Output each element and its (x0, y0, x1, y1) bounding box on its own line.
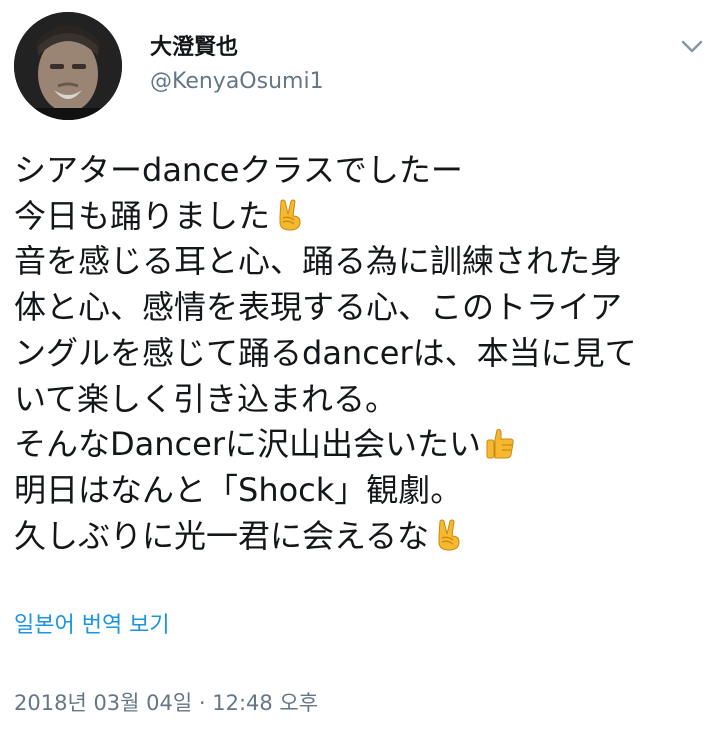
tweet-card: 大澄賢也 @KenyaOsumi1 シアターdanceクラスでしたー 今日も踊り… (0, 0, 720, 732)
victory-hand-icon (272, 198, 306, 232)
tweet-line: 今日も踊りました (14, 194, 704, 240)
translate-link[interactable]: 일본어 번역 보기 (14, 610, 170, 642)
tweet-line: 久しぶりに光一君に会えるな (14, 514, 704, 560)
user-names: 大澄賢也 @KenyaOsumi1 (150, 34, 324, 96)
timestamp[interactable]: 2018년 03월 04일 · 12:48 오후 (14, 688, 318, 718)
tweet-line: そんなDancerに沢山出会いたい (14, 422, 704, 468)
avatar[interactable] (14, 12, 122, 120)
user-handle[interactable]: @KenyaOsumi1 (150, 68, 324, 96)
tweet-line: 音を感じる耳と心、踊る為に訓練された身 (14, 242, 623, 281)
tweet-line: ングルを感じて踊るdancerは、本当に見て (14, 333, 637, 372)
tweet-line: いて楽しく引き込まれる。 (14, 379, 398, 418)
tweet-line: シアターdanceクラスでしたー (14, 151, 463, 189)
display-name[interactable]: 大澄賢也 (150, 34, 324, 62)
chevron-down-icon[interactable] (678, 32, 706, 60)
tweet-line: 体と心、感情を表現する心、このトライア (14, 288, 623, 327)
avatar-image (14, 12, 122, 120)
tweet-text: シアターdanceクラスでしたー 今日も踊りました 音を感じる耳と心、踊る為に訓… (14, 148, 704, 559)
victory-hand-icon (431, 518, 465, 552)
thumbs-up-icon (483, 426, 517, 460)
tweet-header: 大澄賢也 @KenyaOsumi1 (14, 12, 706, 122)
tweet-line: 明日はなんと「Shock」観劇。 (14, 470, 463, 509)
